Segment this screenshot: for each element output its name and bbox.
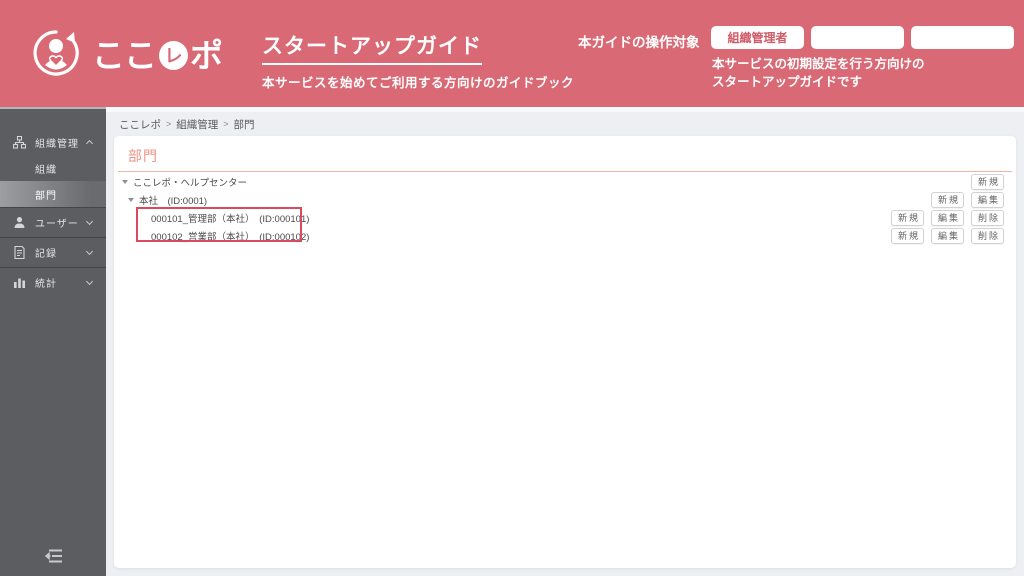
tree-row-dept-000102: 000102_営業部（本社） (ID:000102) 新規 編集 削除 (114, 227, 1004, 245)
new-button[interactable]: 新規 (930, 192, 964, 208)
department-panel: 部門 ここレポ・ヘルプセンター 新規 本社 (ID:0001) 新規 編集 00… (114, 136, 1016, 568)
stats-icon (14, 278, 25, 288)
tree-label: 本社 (ID:0001) (139, 196, 208, 207)
guide-title: スタートアップガイド (262, 30, 482, 65)
sidebar-item-records[interactable]: 記録 (0, 237, 106, 267)
tree-label: ここレポ・ヘルプセンター (133, 178, 248, 189)
caret-down-icon[interactable] (122, 180, 128, 184)
sidebar: 組織管理 組織 部門 ユーザー 記録 統計 (0, 107, 106, 576)
chevron-down-icon (85, 247, 94, 256)
kokorepo-mascot-icon (33, 30, 79, 76)
breadcrumb-item-department[interactable]: 部門 (234, 117, 255, 132)
breadcrumb: ここレポ > 組織管理 > 部門 (106, 112, 1024, 136)
chevron-up-icon (85, 139, 94, 147)
sidebar-item-label: 記録 (35, 249, 57, 260)
breadcrumb-item-org-management[interactable]: 組織管理 (176, 117, 218, 132)
edit-button[interactable]: 編集 (930, 228, 964, 244)
app-logo[interactable]: ここ レ ポ (30, 27, 223, 79)
edit-button[interactable]: 編集 (970, 192, 1004, 208)
guide-description-line2: スタートアップガイドです (712, 75, 863, 89)
sidebar-item-label: 統計 (35, 279, 57, 290)
tree-row-headquarters: 本社 (ID:0001) 新規 編集 (114, 191, 1004, 209)
guide-subtitle: 本サービスを始めてご利用する方向けのガイドブック (262, 76, 575, 90)
edit-button[interactable]: 編集 (930, 210, 964, 226)
audience-label: 本ガイドの操作対象 (578, 35, 700, 50)
breadcrumb-separator: > (223, 119, 229, 129)
breadcrumb-item-home[interactable]: ここレポ (119, 117, 161, 132)
record-icon (14, 246, 25, 259)
tree-label: 000101_管理部（本社） (ID:000101) (151, 214, 310, 225)
delete-button[interactable]: 削除 (970, 228, 1004, 244)
audience-tag-org-admin[interactable]: 組織管理者 (711, 26, 804, 49)
guide-description: 本サービスの初期設定を行う方向けの スタートアップガイドです (712, 55, 925, 91)
user-icon (14, 217, 25, 228)
brand-wordmark: ここ レ ポ (92, 29, 223, 77)
sidebar-item-statistics[interactable]: 統計 (0, 267, 106, 297)
audience-tag-empty-2[interactable] (911, 26, 1014, 49)
department-tree: ここレポ・ヘルプセンター 新規 本社 (ID:0001) 新規 編集 00010… (114, 172, 1016, 245)
new-button[interactable]: 新規 (890, 228, 924, 244)
sidebar-item-org-management[interactable]: 組織管理 (0, 129, 106, 155)
delete-button[interactable]: 削除 (970, 210, 1004, 226)
sidebar-item-department[interactable]: 部門 (0, 181, 106, 207)
sidebar-item-label: 組織管理 (35, 138, 79, 150)
new-button[interactable]: 新規 (890, 210, 924, 226)
main-content: ここレポ > 組織管理 > 部門 部門 ここレポ・ヘルプセンター 新規 本社 (… (106, 107, 1024, 576)
audience-tags: 組織管理者 (711, 26, 1014, 49)
sidebar-nav: 組織管理 組織 部門 ユーザー 記録 統計 (0, 107, 106, 297)
chevron-down-icon (85, 277, 94, 286)
app-header: ここ レ ポ スタートアップガイド 本サービスを始めてご利用する方向けのガイドブ… (0, 0, 1024, 107)
sidebar-item-label: 部門 (35, 190, 57, 202)
sitemap-icon (13, 135, 26, 149)
sidebar-item-users[interactable]: ユーザー (0, 207, 106, 237)
tree-label: 000102_営業部（本社） (ID:000102) (151, 232, 310, 243)
tree-row-root: ここレポ・ヘルプセンター 新規 (114, 173, 1004, 191)
guide-title-block: スタートアップガイド 本サービスを始めてご利用する方向けのガイドブック (262, 30, 574, 91)
new-button[interactable]: 新規 (970, 174, 1004, 190)
page-title: 部門 (128, 148, 158, 164)
sidebar-item-label: 組織 (35, 164, 57, 176)
chevron-down-icon (85, 217, 94, 226)
sidebar-collapse-icon[interactable] (45, 548, 63, 564)
brand-text-suffix: ポ (190, 37, 223, 74)
guide-description-line1: 本サービスの初期設定を行う方向けの (712, 57, 925, 71)
sidebar-item-organization[interactable]: 組織 (0, 155, 106, 181)
brand-text-main: ここ (92, 37, 157, 74)
tree-row-dept-000101: 000101_管理部（本社） (ID:000101) 新規 編集 削除 (114, 209, 1004, 227)
breadcrumb-separator: > (166, 119, 172, 129)
sidebar-item-label: ユーザー (35, 219, 79, 230)
brand-circle-badge: レ (159, 40, 188, 70)
audience-tag-empty-1[interactable] (811, 26, 904, 49)
caret-down-icon[interactable] (128, 198, 134, 202)
